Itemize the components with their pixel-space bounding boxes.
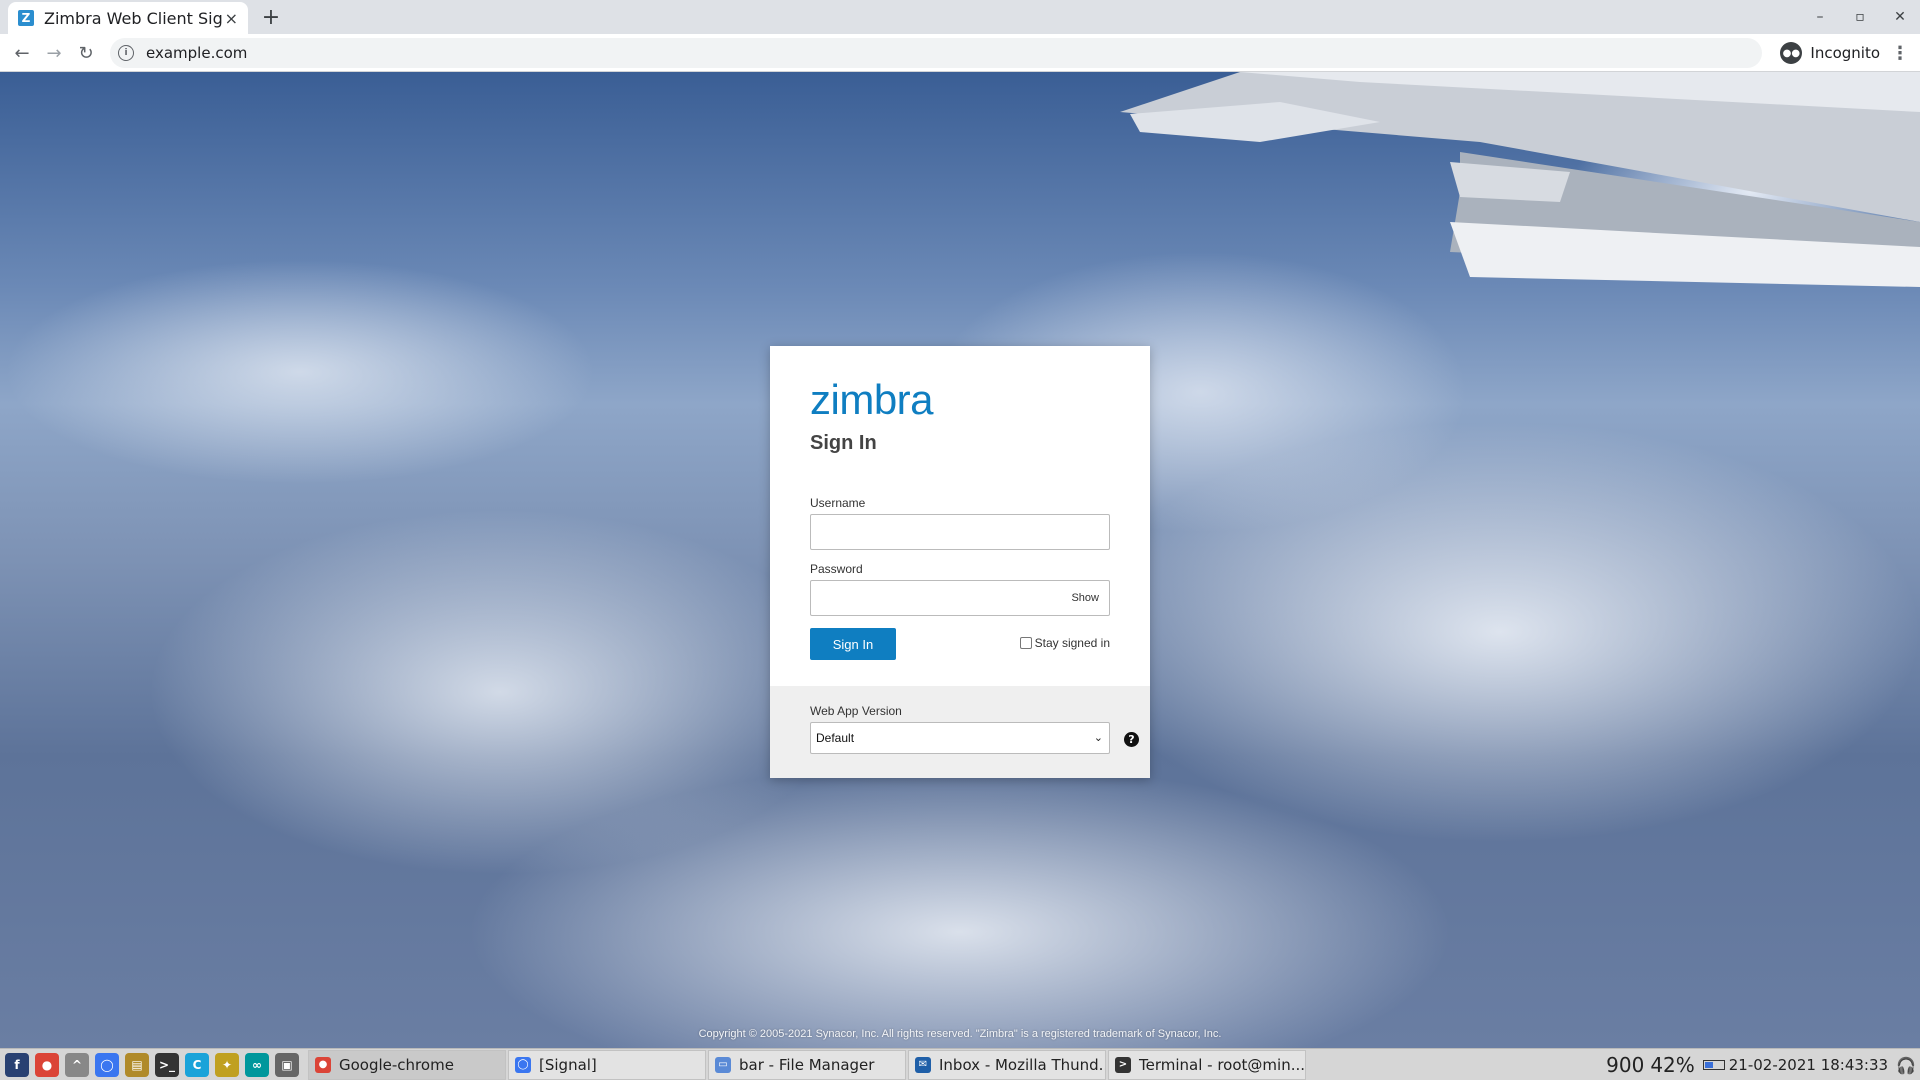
copyright-text: Copyright © 2005-2021 Synacor, Inc. All … xyxy=(698,1028,1222,1040)
web-app-version-section: Web App Version Default ⌄ ? xyxy=(770,686,1150,778)
signal-icon: ◯ xyxy=(515,1056,531,1073)
chrome-icon: ● xyxy=(315,1056,331,1073)
incognito-label: Incognito xyxy=(1810,44,1880,62)
stay-signed-in-checkbox[interactable] xyxy=(1019,637,1032,649)
taskbar-task[interactable]: ● Google-chrome xyxy=(308,1049,506,1080)
ccleaner-icon[interactable]: C xyxy=(185,1052,209,1077)
terminal-icon[interactable]: >_ xyxy=(155,1052,179,1077)
chrome-icon[interactable]: ● xyxy=(35,1052,59,1077)
web-app-version-label: Web App Version xyxy=(810,704,902,718)
notes-icon[interactable]: ▤ xyxy=(125,1052,149,1077)
airplane-wing-image xyxy=(1120,72,1920,287)
page-viewport: zimbra Sign In Username Password Show Si… xyxy=(0,72,1920,1048)
terminal-icon: > xyxy=(1115,1056,1131,1073)
puzzle-icon[interactable]: ✦ xyxy=(215,1052,239,1077)
system-tray: 900 42% 21-02-2021 18:43:33 🎧 xyxy=(1606,1049,1920,1080)
zimbra-logo: zimbra xyxy=(810,376,934,423)
close-window-button[interactable]: ✕ xyxy=(1880,0,1920,34)
browser-tabstrip: Z Zimbra Web Client Sign In × + – ▫ ✕ xyxy=(0,0,1920,34)
stay-signed-in-label[interactable]: Stay signed in xyxy=(1035,636,1110,650)
thunderbird-icon: ✉ xyxy=(915,1056,931,1073)
incognito-indicator[interactable]: ●● Incognito xyxy=(1780,39,1880,67)
web-app-version-value: Default xyxy=(816,731,855,745)
stay-signed-in-option[interactable]: Stay signed in xyxy=(1019,636,1110,650)
minimize-button[interactable]: – xyxy=(1800,0,1840,34)
login-form: zimbra Sign In Username Password Show Si… xyxy=(770,346,1150,686)
launcher-icons: f ● ^ ◯ ▤ >_ C ✦ ∞ ▣ xyxy=(0,1052,302,1077)
taskbar-task-label: Terminal - root@min... xyxy=(1139,1055,1306,1074)
battery-percent: 42% xyxy=(1650,1053,1695,1077)
taskbar-task-label: Inbox - Mozilla Thund... xyxy=(939,1055,1106,1074)
folder-icon: ▭ xyxy=(715,1056,731,1073)
taskbar: f ● ^ ◯ ▤ >_ C ✦ ∞ ▣ ● Google-chrome ◯ [Signal] ▭ bar … xyxy=(0,1048,1920,1080)
browser-toolbar: ← → ↻ i example.com ●● Incognito ⋮ xyxy=(0,34,1920,72)
new-tab-button[interactable]: + xyxy=(258,4,284,30)
fedora-icon[interactable]: f xyxy=(5,1052,29,1077)
password-input[interactable]: Show xyxy=(810,580,1110,616)
web-app-version-select[interactable]: Default ⌄ xyxy=(810,722,1110,754)
maximize-button[interactable]: ▫ xyxy=(1840,0,1880,34)
clock[interactable]: 21-02-2021 18:43:33 xyxy=(1729,1056,1888,1074)
browser-menu-icon[interactable]: ⋮ xyxy=(1890,39,1910,67)
reload-button[interactable]: ↻ xyxy=(72,39,100,67)
help-icon[interactable]: ? xyxy=(1124,732,1139,747)
address-bar[interactable]: i example.com xyxy=(110,38,1762,68)
taskbar-task[interactable]: ◯ [Signal] xyxy=(508,1049,706,1080)
signal-icon[interactable]: ◯ xyxy=(95,1052,119,1077)
expand-icon[interactable]: ^ xyxy=(65,1052,89,1077)
taskbar-task[interactable]: ▭ bar - File Manager xyxy=(708,1049,906,1080)
back-button[interactable]: ← xyxy=(8,39,36,67)
address-url[interactable]: example.com xyxy=(146,44,247,62)
taskbar-task-label: bar - File Manager xyxy=(739,1055,875,1074)
arduino-icon[interactable]: ∞ xyxy=(245,1052,269,1077)
forward-button[interactable]: → xyxy=(40,39,68,67)
tray-value: 900 xyxy=(1606,1053,1645,1077)
battery-icon xyxy=(1702,1060,1725,1070)
browser-tab[interactable]: Z Zimbra Web Client Sign In × xyxy=(8,2,248,34)
password-label: Password xyxy=(810,562,863,576)
taskbar-task-label: [Signal] xyxy=(539,1055,597,1074)
tab-close-icon[interactable]: × xyxy=(225,9,238,28)
task-list: ● Google-chrome ◯ [Signal] ▭ bar - File Manag… xyxy=(306,1049,1306,1080)
incognito-icon: ●● xyxy=(1780,42,1803,64)
username-input[interactable] xyxy=(810,514,1110,550)
sign-in-title: Sign In xyxy=(810,432,877,454)
screenshot-icon[interactable]: ▣ xyxy=(275,1052,299,1077)
site-info-icon[interactable]: i xyxy=(118,45,134,61)
zimbra-favicon-icon: Z xyxy=(18,10,34,26)
show-password-button[interactable]: Show xyxy=(1071,592,1099,604)
username-label: Username xyxy=(810,496,866,510)
taskbar-task[interactable]: > Terminal - root@min... xyxy=(1108,1049,1306,1080)
chevron-down-icon: ⌄ xyxy=(1093,731,1103,744)
sign-in-button[interactable]: Sign In xyxy=(810,628,896,660)
headphones-icon[interactable]: 🎧 xyxy=(1896,1056,1916,1075)
tab-title: Zimbra Web Client Sign In xyxy=(44,8,224,28)
taskbar-task[interactable]: ✉ Inbox - Mozilla Thund... xyxy=(908,1049,1106,1080)
window-controls: – ▫ ✕ xyxy=(1800,0,1920,34)
taskbar-task-label: Google-chrome xyxy=(339,1055,454,1074)
login-card: zimbra Sign In Username Password Show Si… xyxy=(770,346,1150,778)
